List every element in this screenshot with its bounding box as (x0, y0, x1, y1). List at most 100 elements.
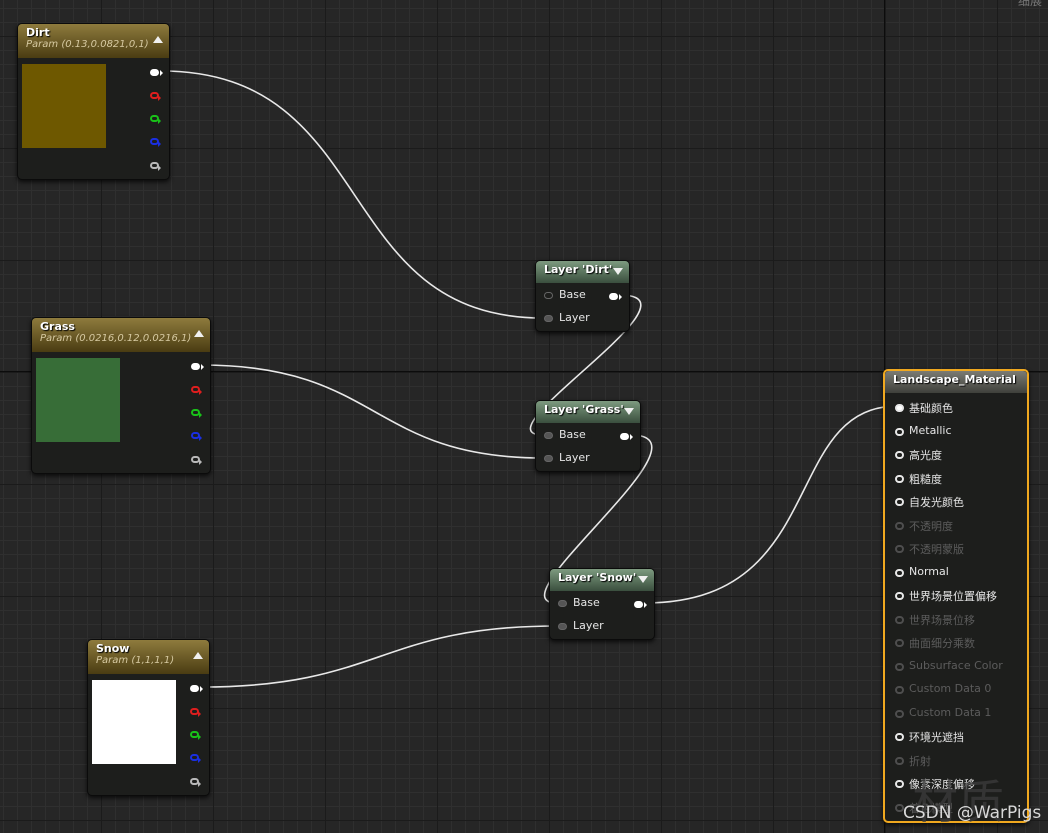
material-input-pin (895, 709, 904, 718)
material-input-row[interactable]: 粗糙度 (891, 471, 1021, 487)
rgba-output-pin[interactable] (150, 69, 163, 76)
material-input-pin[interactable] (895, 474, 904, 483)
b-output-pin[interactable] (150, 138, 161, 147)
material-input-label: 不透明度 (909, 519, 953, 533)
material-input-pin (895, 686, 904, 694)
material-input-pin[interactable] (895, 427, 904, 436)
param-node-dirt-header[interactable]: Dirt Param (0.13,0.0821,0,1) (18, 24, 169, 58)
layer-input-pin[interactable] (544, 455, 553, 462)
material-input-row: 曲面细分乘数 (891, 635, 1021, 651)
material-node-header[interactable]: Landscape_Material (885, 371, 1027, 393)
color-preview-swatch (22, 64, 106, 148)
base-input-label: Base (559, 288, 586, 301)
layer-node-snow-title: Layer 'Snow' (558, 571, 637, 584)
material-input-pin[interactable] (895, 568, 904, 577)
material-input-label: Metallic (909, 423, 952, 437)
wire-snow-to-layer-snow (201, 625, 558, 688)
material-input-row[interactable]: Metallic (891, 424, 1021, 440)
base-input-pin[interactable] (544, 432, 553, 439)
material-input-label: 世界场景位置偏移 (909, 590, 997, 603)
layer-input-pin[interactable] (544, 315, 553, 322)
param-node-grass-title: Grass (40, 320, 75, 333)
collapse-arrow-icon[interactable] (153, 36, 163, 43)
material-result-node[interactable]: Landscape_Material 基础颜色 Metallic 高光度粗糙度自发光… (883, 369, 1029, 823)
material-input-row[interactable]: Normal (891, 565, 1021, 581)
param-node-grass[interactable]: Grass Param (0.0216,0.12,0.0216,1) (31, 317, 211, 474)
material-input-label: 基础颜色 (909, 402, 953, 415)
material-input-label: Custom Data 1 (909, 705, 992, 719)
base-input-pin[interactable] (544, 292, 553, 299)
g-output-pin[interactable] (150, 115, 161, 124)
layer-node-snow-header[interactable]: Layer 'Snow' (550, 569, 654, 591)
layer-input-pin[interactable] (558, 623, 567, 630)
rgba-output-pin[interactable] (190, 685, 203, 692)
a-output-pin[interactable] (190, 778, 201, 787)
collapse-arrow-icon[interactable] (194, 330, 204, 337)
color-preview-swatch (36, 358, 120, 442)
base-input-label: Base (559, 428, 586, 441)
g-output-pin[interactable] (191, 409, 202, 418)
param-node-dirt[interactable]: Dirt Param (0.13,0.0821,0,1) (17, 23, 170, 180)
param-node-grass-header[interactable]: Grass Param (0.0216,0.12,0.0216,1) (32, 318, 210, 352)
material-input-label: Normal (909, 564, 949, 578)
layer-input-label: Layer (559, 451, 590, 464)
material-node-title: Landscape_Material (893, 373, 1016, 386)
wire-layer-snow-to-base-color (644, 405, 899, 604)
material-input-row: 不透明蒙版 (891, 541, 1021, 557)
material-input-row: 不透明度 (891, 518, 1021, 534)
material-input-pin[interactable] (895, 733, 904, 741)
layer-node-grass[interactable]: Layer 'Grass' Base Layer (535, 400, 641, 472)
material-input-pin (895, 662, 904, 671)
material-input-pin (895, 545, 904, 553)
material-input-pin[interactable] (895, 780, 904, 788)
r-output-pin[interactable] (190, 708, 201, 717)
r-output-pin[interactable] (150, 92, 161, 101)
material-input-row[interactable]: 基础颜色 (891, 400, 1021, 416)
param-node-snow[interactable]: Snow Param (1,1,1,1) (87, 639, 210, 796)
material-input-label: 不透明蒙版 (909, 543, 964, 556)
material-input-row[interactable]: 高光度 (891, 447, 1021, 463)
a-output-pin[interactable] (191, 456, 202, 465)
b-output-pin[interactable] (191, 432, 202, 441)
material-input-label: 高光度 (909, 449, 942, 462)
a-output-pin[interactable] (150, 162, 161, 171)
material-input-label: Subsurface Color (909, 658, 1003, 672)
material-input-pin (895, 615, 904, 624)
base-input-pin[interactable] (558, 600, 567, 607)
material-input-pin[interactable] (895, 404, 904, 412)
b-output-pin[interactable] (190, 754, 201, 763)
material-input-row: Custom Data 0 (891, 682, 1021, 698)
material-input-label: Custom Data 0 (909, 682, 992, 695)
param-node-grass-subtitle: Param (0.0216,0.12,0.0216,1) (40, 333, 192, 344)
material-input-label: 环境光遮挡 (909, 731, 964, 744)
g-output-pin[interactable] (190, 731, 201, 740)
rgba-output-pin[interactable] (191, 363, 204, 370)
material-input-pin (895, 639, 904, 647)
material-input-row[interactable]: 世界场景位置偏移 (891, 588, 1021, 604)
layer-output-pin[interactable] (634, 601, 647, 608)
layer-node-grass-header[interactable]: Layer 'Grass' (536, 401, 640, 423)
layer-output-pin[interactable] (609, 293, 622, 300)
material-input-pin[interactable] (895, 592, 904, 600)
collapse-arrow-icon[interactable] (193, 652, 203, 659)
dropdown-arrow-icon[interactable] (624, 408, 634, 415)
r-output-pin[interactable] (191, 386, 202, 395)
layer-input-label: Layer (559, 311, 590, 324)
watermark-text: CSDN @WarPigs (903, 803, 1042, 823)
layer-node-dirt-header[interactable]: Layer 'Dirt' (536, 261, 629, 283)
material-input-pin[interactable] (895, 451, 904, 459)
layer-output-pin[interactable] (620, 433, 633, 440)
material-input-pin[interactable] (895, 498, 904, 506)
material-input-row[interactable]: 环境光遮挡 (891, 729, 1021, 745)
material-graph-canvas[interactable]: 细展 Dirt Param (0.13,0.0821,0,1) Grass Pa… (0, 0, 1048, 833)
param-node-snow-header[interactable]: Snow Param (1,1,1,1) (88, 640, 209, 674)
layer-node-dirt[interactable]: Layer 'Dirt' Base Layer (535, 260, 630, 332)
material-input-row[interactable]: 自发光颜色 (891, 494, 1021, 510)
layer-node-grass-title: Layer 'Grass' (544, 403, 624, 416)
material-input-label: 自发光颜色 (909, 496, 964, 509)
material-input-pin (895, 756, 904, 765)
wire-dirt-to-layer-dirt (160, 70, 544, 319)
dropdown-arrow-icon[interactable] (638, 576, 648, 583)
dropdown-arrow-icon[interactable] (613, 268, 623, 275)
layer-node-snow[interactable]: Layer 'Snow' Base Layer (549, 568, 655, 640)
